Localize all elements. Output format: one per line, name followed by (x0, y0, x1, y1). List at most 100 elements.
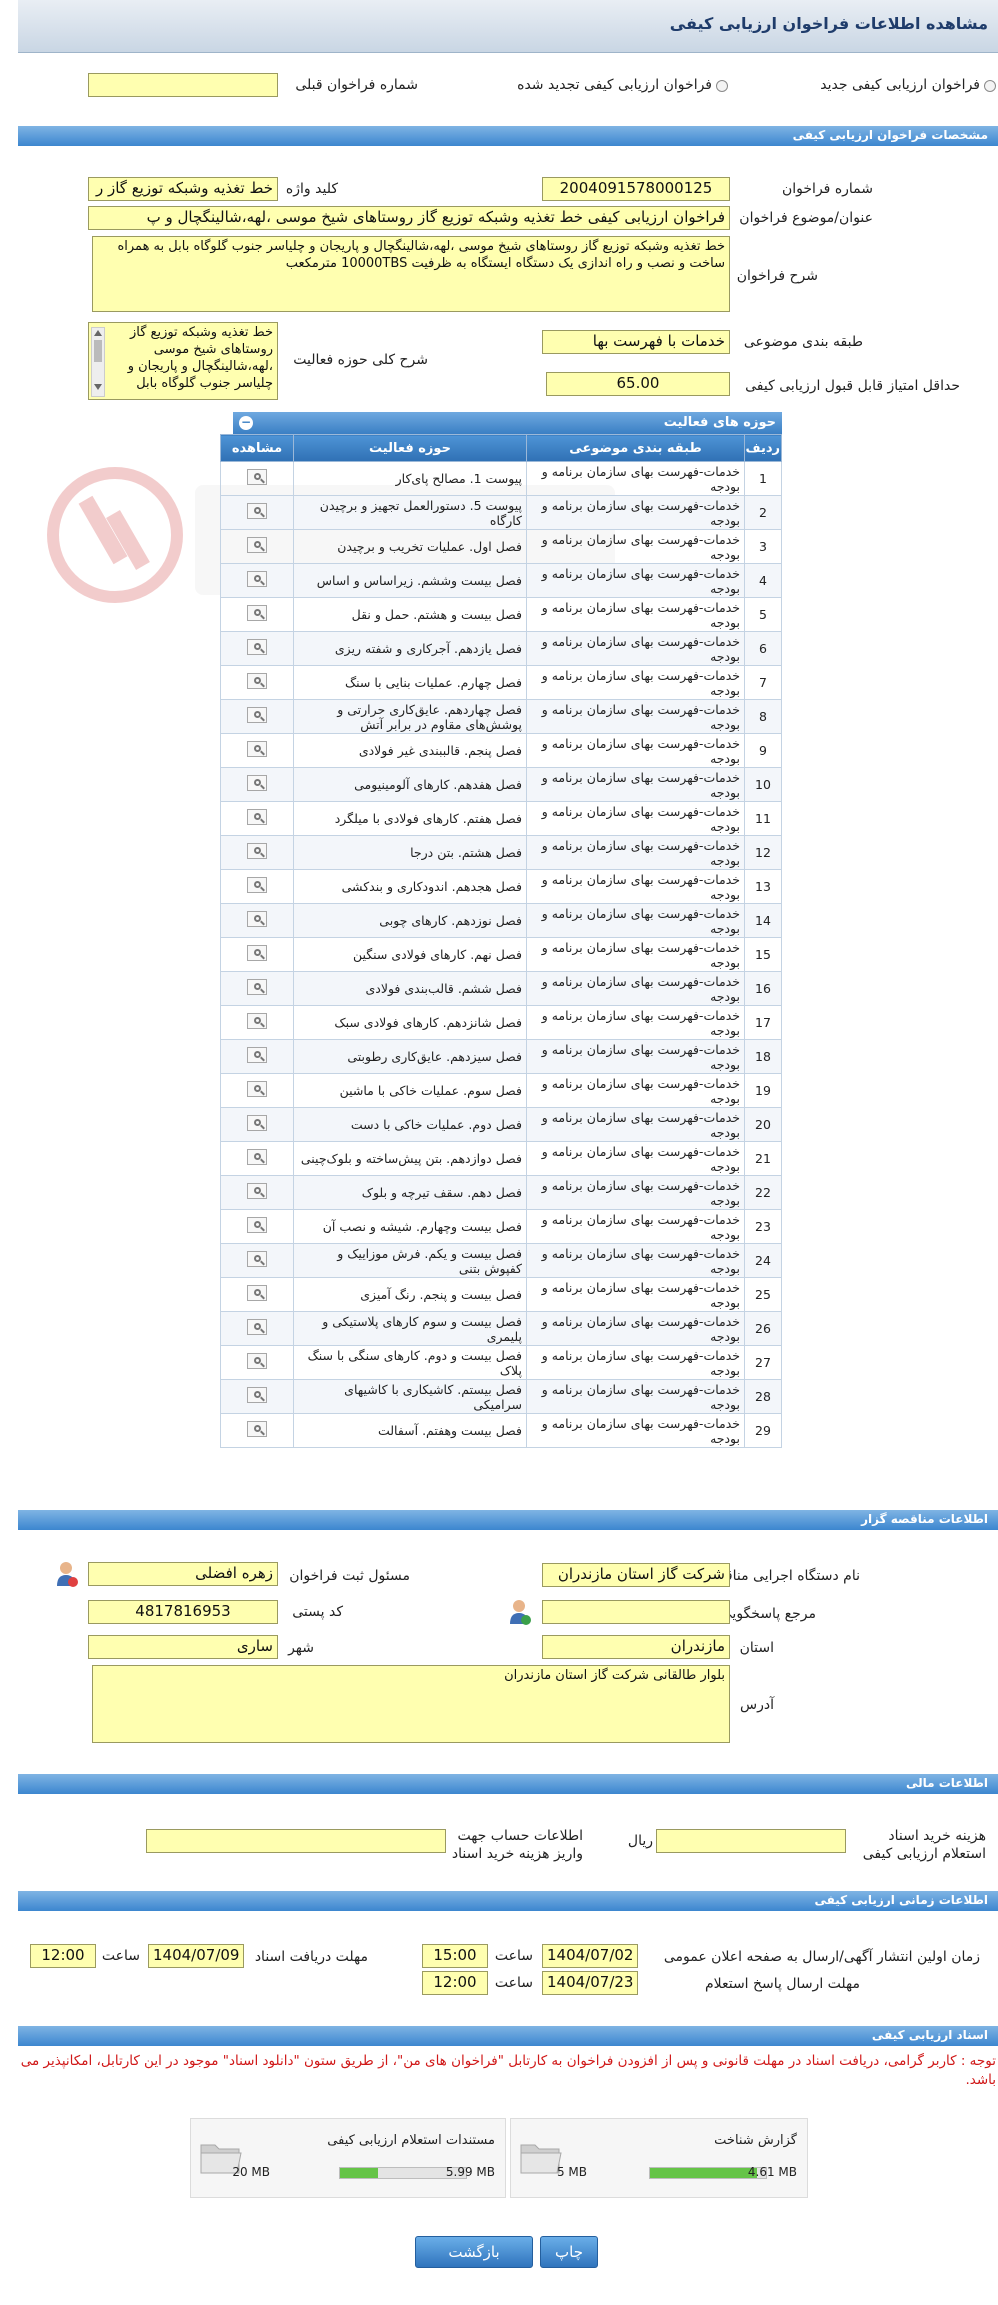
view-icon[interactable] (247, 1081, 267, 1097)
activity-desc-scrollbar[interactable] (91, 327, 105, 397)
file-card-2[interactable]: مستندات استعلام ارزیابی کیفی 20 MB 5.99 … (190, 2118, 506, 2198)
view-icon[interactable] (247, 1353, 267, 1369)
view-icon[interactable] (247, 639, 267, 655)
activities-header: حوزه های فعالیت − (233, 412, 782, 434)
user-reference-icon[interactable] (508, 1598, 532, 1626)
publish-time-field[interactable]: 15:00 (422, 1944, 488, 1968)
row-index: 8 (744, 699, 782, 734)
view-icon[interactable] (247, 979, 267, 995)
scroll-thumb[interactable] (94, 340, 102, 362)
min-score-field[interactable]: 65.00 (546, 372, 730, 396)
view-icon[interactable] (247, 1251, 267, 1267)
row-view-cell (220, 461, 294, 496)
view-icon[interactable] (247, 707, 267, 723)
row-activity: فصل سوم. عملیات خاکی با ماشین (293, 1073, 527, 1108)
description-field[interactable]: خط تغذیه وشبکه توزیع گاز روستاهای شیخ مو… (92, 236, 730, 312)
view-icon[interactable] (247, 877, 267, 893)
row-view-cell (220, 1107, 294, 1142)
province-field[interactable]: مازندران (542, 1635, 730, 1659)
row-category: خدمات-فهرست بهای سازمان برنامه و بودجه (526, 733, 745, 768)
city-field[interactable]: ساری (88, 1635, 278, 1659)
page-title-bar: مشاهده اطلاعات فراخوان ارزیابی کیفی (18, 0, 998, 53)
view-icon[interactable] (247, 1285, 267, 1301)
previous-number-field[interactable] (88, 73, 278, 97)
row-activity: پیوست 5. دستورالعمل تجهیز و برچیدن کارگا… (293, 495, 527, 530)
row-view-cell (220, 1005, 294, 1040)
view-icon[interactable] (247, 945, 267, 961)
row-index: 1 (744, 461, 782, 496)
user-icon[interactable] (55, 1560, 79, 1588)
receive-label: مهلت دریافت اسناد (254, 1949, 368, 1965)
receive-date-field[interactable]: 1404/07/09 (148, 1944, 244, 1968)
row-category: خدمات-فهرست بهای سازمان برنامه و بودجه (526, 1345, 745, 1380)
subject-field[interactable]: فراخوان ارزیابی کیفی خط تغذیه وشبکه توزی… (88, 206, 730, 230)
view-icon[interactable] (247, 843, 267, 859)
view-icon[interactable] (247, 537, 267, 553)
call-number-label: شماره فراخوان (782, 181, 873, 197)
collapse-icon[interactable]: − (239, 416, 253, 430)
view-icon[interactable] (247, 1013, 267, 1029)
file-card-1[interactable]: گزارش شناخت 5 MB 4.61 MB (510, 2118, 808, 2198)
view-icon[interactable] (247, 1115, 267, 1131)
col-index-header: ردیف (744, 434, 782, 462)
view-icon[interactable] (247, 1319, 267, 1335)
view-icon[interactable] (247, 741, 267, 757)
reference-field[interactable] (542, 1600, 730, 1624)
row-activity: فصل دوازدهم. بتن پیش‌ساخته و بلوک‌چینی (293, 1141, 527, 1176)
row-index: 14 (744, 903, 782, 938)
row-view-cell (220, 801, 294, 836)
row-category: خدمات-فهرست بهای سازمان برنامه و بودجه (526, 1005, 745, 1040)
row-activity: فصل نهم. کارهای فولادی سنگین (293, 937, 527, 972)
view-icon[interactable] (247, 605, 267, 621)
view-icon[interactable] (247, 503, 267, 519)
fee-label: هزینه خرید اسناد استعلام ارزیابی کیفی (862, 1828, 986, 1862)
row-view-cell (220, 1277, 294, 1312)
financial-section-title: اطلاعات مالی (905, 1776, 988, 1790)
view-icon[interactable] (247, 469, 267, 485)
registrar-field[interactable]: زهره افضلی (88, 1562, 278, 1586)
view-icon[interactable] (247, 1217, 267, 1233)
keyword-field[interactable]: خط تغذیه وشبکه توزیع گاز ر (88, 177, 278, 201)
account-field[interactable] (146, 1829, 446, 1853)
row-category: خدمات-فهرست بهای سازمان برنامه و بودجه (526, 1175, 745, 1210)
activity-desc-text: خط تغذیه وشبکه توزیع گاز روستاهای شیخ مو… (127, 325, 273, 391)
exec-field[interactable]: شرکت گاز استان مازندران (542, 1563, 730, 1587)
scroll-up-icon[interactable] (94, 330, 102, 336)
receive-time-field[interactable]: 12:00 (30, 1944, 96, 1968)
scroll-down-icon[interactable] (94, 384, 102, 390)
view-icon[interactable] (247, 775, 267, 791)
province-label: استان (739, 1640, 774, 1656)
postal-field[interactable]: 4817816953 (88, 1600, 278, 1624)
view-icon[interactable] (247, 911, 267, 927)
renewed-call-radio[interactable] (716, 80, 728, 92)
table-row: 22 خدمات-فهرست بهای سازمان برنامه و بودجه… (220, 1175, 782, 1210)
view-icon[interactable] (247, 1047, 267, 1063)
view-icon[interactable] (247, 571, 267, 587)
row-activity: فصل بیست و هشتم. حمل و نقل (293, 597, 527, 632)
view-icon[interactable] (247, 1183, 267, 1199)
activity-desc-field[interactable]: خط تغذیه وشبکه توزیع گاز روستاهای شیخ مو… (88, 322, 278, 400)
view-icon[interactable] (247, 673, 267, 689)
address-field[interactable]: بلوار طالقانی شرکت گاز استان مازندران (92, 1665, 730, 1743)
table-row: 6 خدمات-فهرست بهای سازمان برنامه و بودجه ف… (220, 631, 782, 666)
row-view-cell (220, 699, 294, 734)
view-icon[interactable] (247, 1149, 267, 1165)
publish-date-field[interactable]: 1404/07/02 (542, 1944, 638, 1968)
view-icon[interactable] (247, 809, 267, 825)
row-category: خدمات-فهرست بهای سازمان برنامه و بودجه (526, 801, 745, 836)
call-number-field[interactable]: 2004091578000125 (542, 177, 730, 201)
new-call-radio[interactable] (984, 80, 996, 92)
category-field[interactable]: خدمات با فهرست بها (542, 330, 730, 354)
response-time-field[interactable]: 12:00 (422, 1971, 488, 1995)
print-button[interactable]: چاپ (540, 2236, 598, 2268)
table-row: 18 خدمات-فهرست بهای سازمان برنامه و بودجه… (220, 1039, 782, 1074)
back-button[interactable]: بازگشت (415, 2236, 533, 2268)
row-category: خدمات-فهرست بهای سازمان برنامه و بودجه (526, 767, 745, 802)
file-1-progress-fill (650, 2168, 757, 2178)
view-icon[interactable] (247, 1387, 267, 1403)
row-view-cell (220, 1413, 294, 1448)
fee-field[interactable] (656, 1829, 846, 1853)
response-date-field[interactable]: 1404/07/23 (542, 1971, 638, 1995)
view-icon[interactable] (247, 1421, 267, 1437)
file-1-max: 5 MB (556, 2165, 587, 2179)
